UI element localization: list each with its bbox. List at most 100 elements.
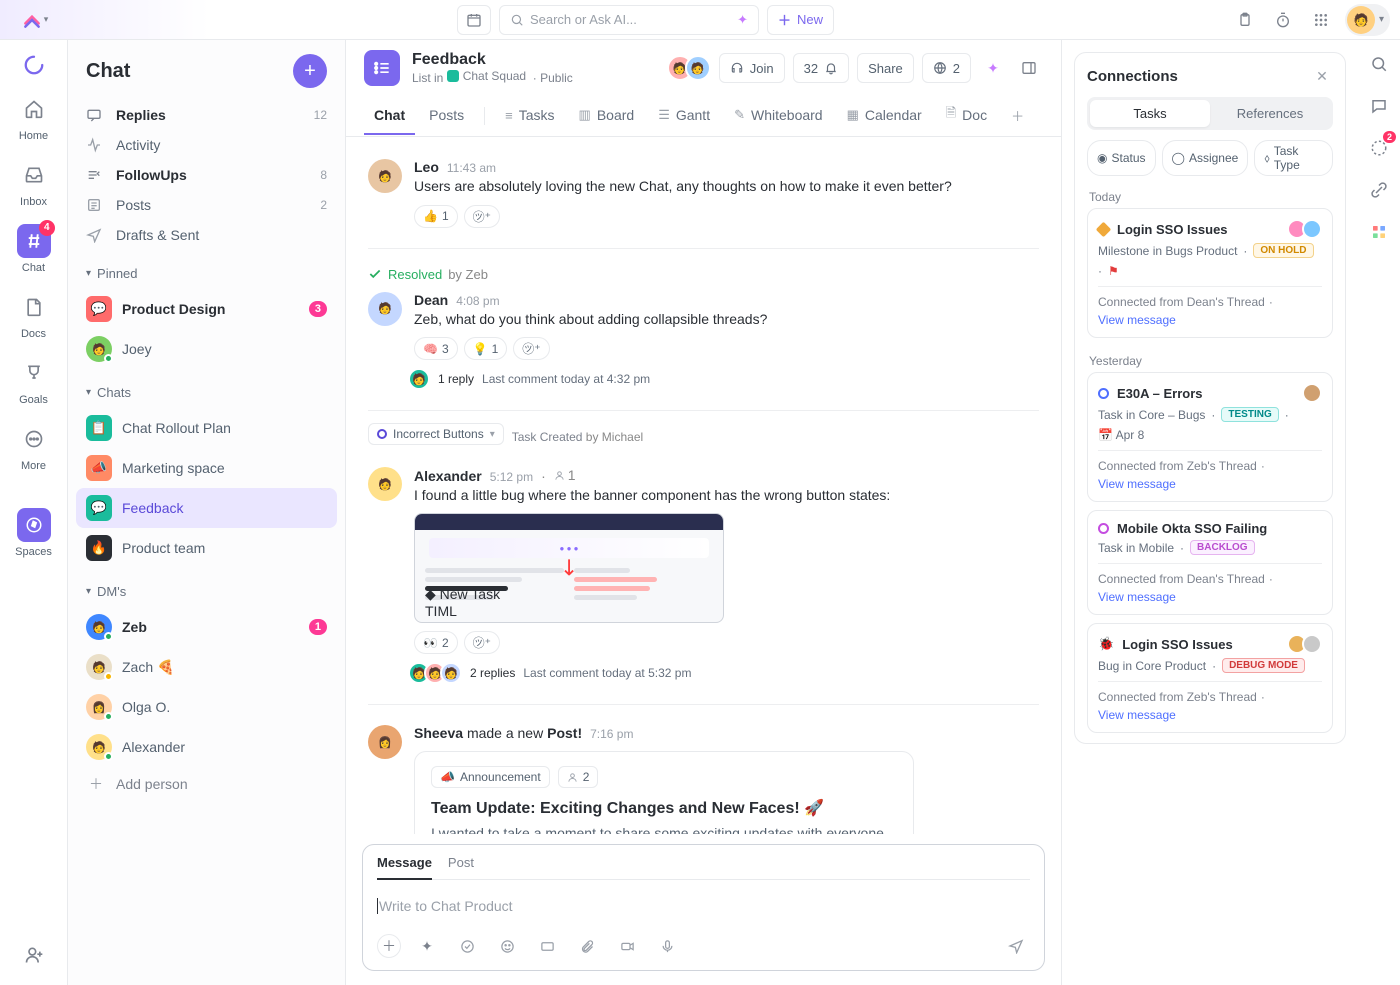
activity-button[interactable]: 2 xyxy=(1365,134,1393,162)
tab-calendar[interactable]: ▦Calendar xyxy=(837,99,932,133)
rail-chat[interactable]: 4 Chat xyxy=(7,218,61,280)
attachment-button[interactable] xyxy=(573,932,601,960)
members-count[interactable]: 32 xyxy=(793,53,849,83)
new-chat-button[interactable]: + xyxy=(293,54,327,88)
sidebar-dm-item[interactable]: 🧑 Zach 🍕 xyxy=(76,647,337,687)
sidebar-pinned-item[interactable]: 💬 Product Design 3 xyxy=(76,289,337,329)
sidebar-replies[interactable]: Replies 12 xyxy=(76,100,337,130)
gif-button[interactable] xyxy=(533,932,561,960)
calendar-button[interactable] xyxy=(457,5,491,35)
tab-board[interactable]: ▥Board xyxy=(569,99,645,133)
sidebar-followups[interactable]: FollowUps 8 xyxy=(76,160,337,190)
apps-strip-button[interactable] xyxy=(1365,218,1393,246)
rail-home[interactable]: Home xyxy=(7,86,61,148)
comments-button[interactable] xyxy=(1365,92,1393,120)
filter-status[interactable]: ◉Status xyxy=(1087,140,1156,176)
linked-task-chip[interactable]: Incorrect Buttons ▾ xyxy=(368,423,504,445)
sidebar-dm-item[interactable]: 🧑 Zeb 1 xyxy=(76,607,337,647)
add-reaction-button[interactable]: ㋡⁺ xyxy=(464,205,500,228)
view-message-link[interactable]: View message xyxy=(1098,477,1176,491)
sidebar-chat-item[interactable]: 📣 Marketing space xyxy=(76,448,337,488)
segment-tasks[interactable]: Tasks xyxy=(1090,100,1210,127)
clipboard-button[interactable] xyxy=(1231,6,1259,34)
reaction[interactable]: 👍1 xyxy=(414,205,458,228)
tab-whiteboard[interactable]: ✎Whiteboard xyxy=(724,99,833,133)
add-view-button[interactable]: ＋ xyxy=(1001,98,1034,135)
tab-tasks[interactable]: ≡Tasks xyxy=(495,99,564,133)
image-attachment[interactable]: ● ● ● ◆ New Task TIML ↘ xyxy=(414,513,724,623)
rail-spaces[interactable]: Spaces xyxy=(7,502,61,564)
composer-tab-post[interactable]: Post xyxy=(448,855,474,879)
composer-tab-message[interactable]: Message xyxy=(377,855,432,880)
section-dms[interactable]: ▾ DM's xyxy=(68,570,345,605)
view-message-link[interactable]: View message xyxy=(1098,708,1176,722)
sidebar-pinned-item[interactable]: 🧑 Joey xyxy=(76,329,337,369)
filter-type[interactable]: ⬨Task Type xyxy=(1254,140,1333,176)
sidebar-chat-item[interactable]: 🔥 Product team xyxy=(76,528,337,568)
thread-replies-link[interactable]: 1 reply xyxy=(438,372,474,386)
member-avatars[interactable]: 🧑 🧑 xyxy=(675,55,711,81)
filter-assignee[interactable]: ◯Assignee xyxy=(1162,140,1249,176)
tab-posts[interactable]: Posts xyxy=(419,99,474,133)
join-button[interactable]: Join xyxy=(719,53,785,83)
section-chats[interactable]: ▾ Chats xyxy=(68,371,345,406)
task-button[interactable] xyxy=(453,932,481,960)
sidebar-drafts[interactable]: Drafts & Sent xyxy=(76,220,337,250)
segment-references[interactable]: References xyxy=(1210,100,1330,127)
thread-replies-link[interactable]: 2 replies xyxy=(470,666,515,680)
rail-more[interactable]: More xyxy=(7,416,61,478)
mic-button[interactable] xyxy=(653,932,681,960)
composer-input[interactable]: Write to Chat Product xyxy=(377,894,1030,932)
view-message-link[interactable]: View message xyxy=(1098,590,1176,604)
ai-compose-button[interactable]: ✦ xyxy=(413,932,441,960)
add-person-button[interactable]: ＋ Add person xyxy=(76,767,337,801)
app-logo[interactable]: ▾ xyxy=(10,10,60,30)
search-input[interactable]: Search or Ask AI... ✦ xyxy=(499,5,759,35)
connected-task-card[interactable]: Login SSO Issues Milestone in Bugs Produ… xyxy=(1087,208,1333,338)
connected-task-card[interactable]: E30A – Errors Task in Core – Bugs · TEST… xyxy=(1087,372,1333,502)
apps-button[interactable] xyxy=(1307,6,1335,34)
reaction[interactable]: 🧠3 xyxy=(414,337,458,360)
connected-task-card[interactable]: 🐞 Login SSO Issues Bug in Core Product ·… xyxy=(1087,623,1333,733)
search-button[interactable] xyxy=(1365,50,1393,78)
rail-goals[interactable]: Goals xyxy=(7,350,61,412)
sidebar-posts[interactable]: Posts 2 xyxy=(76,190,337,220)
video-button[interactable] xyxy=(613,932,641,960)
viewers-pill[interactable]: 2 xyxy=(922,53,971,83)
ai-button[interactable]: ✦ xyxy=(979,54,1007,82)
tab-gantt[interactable]: ☰Gantt xyxy=(648,99,720,133)
new-button[interactable]: ＋ New xyxy=(767,5,834,35)
share-button[interactable]: Share xyxy=(857,53,914,83)
reaction[interactable]: 💡1 xyxy=(464,337,508,360)
tab-doc[interactable]: 🗎Doc xyxy=(936,96,997,136)
links-button[interactable] xyxy=(1365,176,1393,204)
timer-button[interactable] xyxy=(1269,6,1297,34)
avatar: 👩 xyxy=(86,694,112,720)
close-button[interactable]: ✕ xyxy=(1311,65,1333,87)
sidebar-activity[interactable]: Activity xyxy=(76,130,337,160)
rail-inbox[interactable]: Inbox xyxy=(7,152,61,214)
tab-chat[interactable]: Chat xyxy=(364,99,415,135)
rail-docs[interactable]: Docs xyxy=(7,284,61,346)
add-reaction-button[interactable]: ㋡⁺ xyxy=(513,337,549,360)
section-pinned[interactable]: ▾ Pinned xyxy=(68,252,345,287)
status-badge: ON HOLD xyxy=(1253,243,1313,258)
replies-icon xyxy=(86,107,106,123)
sidebar-chat-item[interactable]: 📋 Chat Rollout Plan xyxy=(76,408,337,448)
user-menu[interactable]: 🧑 ▾ xyxy=(1345,4,1390,36)
sidebar-dm-item[interactable]: 🧑 Alexander xyxy=(76,727,337,767)
view-message-link[interactable]: View message xyxy=(1098,313,1176,327)
post-card[interactable]: 📣Announcement 2 Team Update: Exciting Ch… xyxy=(414,751,914,834)
connected-task-card[interactable]: Mobile Okta SSO Failing Task in Mobile ·… xyxy=(1087,510,1333,615)
add-reaction-button[interactable]: ㋡⁺ xyxy=(464,631,500,654)
reaction[interactable]: 👀2 xyxy=(414,631,458,654)
grid-colored-icon xyxy=(1371,224,1387,240)
emoji-button[interactable] xyxy=(493,932,521,960)
sidebar-chat-item[interactable]: 💬 Feedback xyxy=(76,488,337,528)
panel-toggle-button[interactable] xyxy=(1015,54,1043,82)
task-created-label: Task Created by Michael xyxy=(512,430,643,444)
invite-button[interactable] xyxy=(20,941,48,969)
send-button[interactable] xyxy=(1002,932,1030,960)
sidebar-dm-item[interactable]: 👩 Olga O. xyxy=(76,687,337,727)
attach-plus-button[interactable]: ＋ xyxy=(377,934,401,958)
